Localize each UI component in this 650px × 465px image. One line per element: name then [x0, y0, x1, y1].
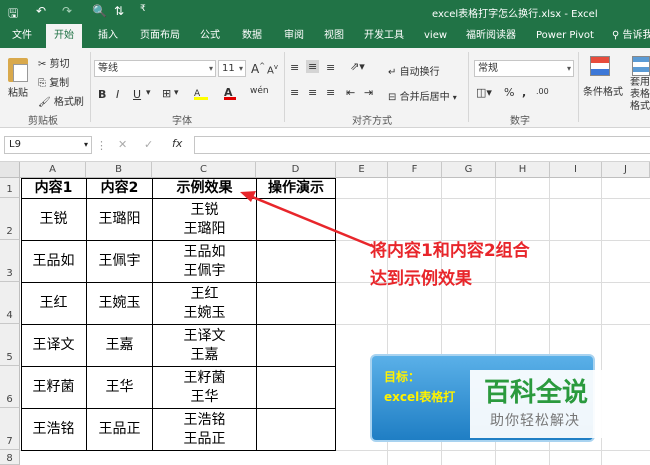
- goal-label: 目标：: [384, 370, 421, 384]
- arrow-line: [249, 194, 373, 248]
- watermark-subtitle: 助你轻松解决: [490, 413, 580, 429]
- watermark: 百科全说 助你轻松解决: [470, 370, 622, 438]
- watermark-logo: 百科全说: [484, 378, 589, 408]
- annotation-line-2: 达到示例效果: [370, 269, 472, 289]
- goal-text: excel表格打: [384, 390, 456, 404]
- annotation-line-1: 将内容1和内容2组合: [370, 241, 530, 261]
